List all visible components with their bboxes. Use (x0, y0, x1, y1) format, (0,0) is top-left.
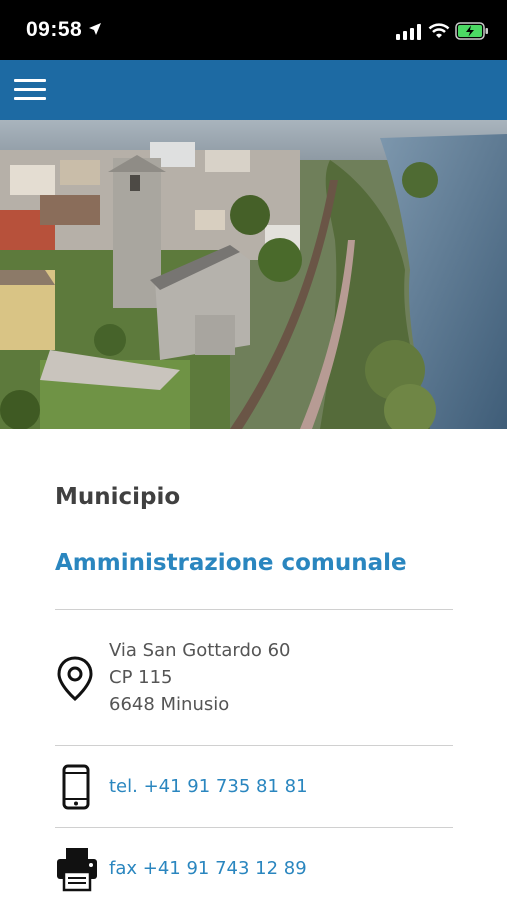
battery-charging-icon (455, 22, 488, 40)
location-arrow-icon (89, 23, 101, 35)
address-city: 6648 Minusio (109, 694, 230, 715)
hero-image (0, 120, 507, 429)
wifi-icon (428, 23, 450, 38)
divider (55, 827, 453, 828)
location-pin-icon (57, 656, 93, 701)
aerial-town-photo (0, 120, 507, 429)
mobile-phone-icon (62, 764, 90, 810)
divider (55, 609, 453, 610)
fax-link[interactable]: fax +41 91 743 12 89 (109, 858, 307, 879)
fax-icon (57, 848, 97, 892)
status-time: 09:58 (26, 18, 83, 41)
address-street: Via San Gottardo 60 (109, 640, 291, 661)
cellular-signal-icon (396, 24, 421, 40)
status-bar: 09:58 (0, 0, 507, 60)
top-navigation-bar (0, 60, 507, 120)
hamburger-menu-icon[interactable] (12, 74, 48, 106)
section-title: Municipio (55, 484, 181, 510)
phone-link[interactable]: tel. +41 91 735 81 81 (109, 776, 308, 797)
address-po-box: CP 115 (109, 667, 173, 688)
divider (55, 745, 453, 746)
organization-title[interactable]: Amministrazione comunale (55, 550, 407, 576)
